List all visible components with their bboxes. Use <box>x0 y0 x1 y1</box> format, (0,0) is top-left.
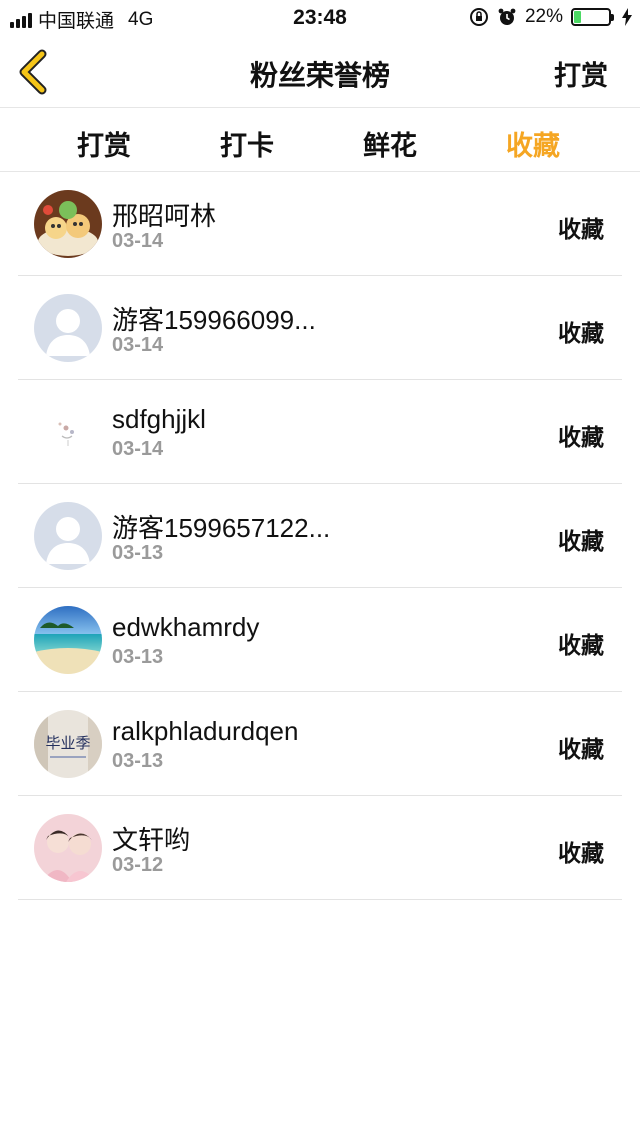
food-photo-avatar <box>34 190 102 258</box>
fan-action: 收藏 <box>558 632 604 658</box>
list-item[interactable]: 毕业季 ralkphladurdqen 03-13 收藏 <box>0 692 640 796</box>
list-item[interactable]: sdfghjjkl 03-14 收藏 <box>0 380 640 484</box>
tab-bar: 打赏 打卡 鲜花 收藏 <box>0 109 640 172</box>
list-item[interactable]: 邢昭呵林 03-14 收藏 <box>0 172 640 276</box>
status-bar: 中国联通 4G 23:48 22% <box>0 0 640 36</box>
tab-reward[interactable]: 打赏 <box>54 124 154 163</box>
list-item[interactable]: 游客159966099... 03-14 收藏 <box>0 276 640 380</box>
fan-name: 游客1599657122... <box>112 513 331 543</box>
fan-date: 03-14 <box>112 230 164 252</box>
tab-checkin[interactable]: 打卡 <box>197 124 297 163</box>
fan-date: 03-13 <box>112 542 164 564</box>
list-item[interactable]: 游客1599657122... 03-13 收藏 <box>0 484 640 588</box>
fan-list: 邢昭呵林 03-14 收藏 游客159966099... 03-14 收藏 sd… <box>0 172 640 900</box>
fan-date: 03-14 <box>112 438 164 460</box>
fan-action: 收藏 <box>558 424 604 450</box>
fan-name: sdfghjjkl <box>112 404 206 434</box>
battery-icon <box>571 8 614 26</box>
list-item[interactable]: edwkhamrdy 03-13 收藏 <box>0 588 640 692</box>
fan-date: 03-13 <box>112 750 164 772</box>
fan-name: edwkhamrdy <box>112 612 260 642</box>
tab-favorites[interactable]: 收藏 <box>483 124 583 163</box>
default-user-avatar <box>34 502 102 570</box>
fan-date: 03-14 <box>112 334 164 356</box>
fan-name: 文轩哟 <box>112 825 191 855</box>
alarm-icon <box>498 8 516 25</box>
fan-action: 收藏 <box>558 736 604 762</box>
fan-action: 收藏 <box>558 840 604 866</box>
fan-action: 收藏 <box>558 216 604 242</box>
reward-button[interactable]: 打赏 <box>554 54 608 93</box>
nav-bar: 粉丝荣誉榜 打赏 <box>0 36 640 108</box>
avatar-text: 毕业季 <box>45 734 90 752</box>
default-user-avatar <box>34 294 102 362</box>
list-item[interactable]: 文轩哟 03-12 收藏 <box>0 796 640 900</box>
fan-action: 收藏 <box>558 528 604 554</box>
fan-date: 03-13 <box>112 646 164 668</box>
sketch-avatar <box>34 398 102 466</box>
battery-percent: 22% <box>524 6 563 27</box>
charging-icon <box>622 8 632 26</box>
portrait-photo-avatar <box>34 814 102 882</box>
fan-name: 邢昭呵林 <box>112 201 217 231</box>
fan-name: 游客159966099... <box>112 305 316 335</box>
graduation-photo-avatar: 毕业季 <box>34 710 102 778</box>
fan-date: 03-12 <box>112 854 164 876</box>
tab-flowers[interactable]: 鲜花 <box>340 124 440 163</box>
status-right: 22% <box>469 6 632 28</box>
beach-photo-avatar <box>34 606 102 674</box>
orientation-lock-icon <box>469 8 488 26</box>
fan-name: ralkphladurdqen <box>112 716 299 746</box>
fan-action: 收藏 <box>558 320 604 346</box>
page-title: 粉丝荣誉榜 <box>249 60 390 91</box>
